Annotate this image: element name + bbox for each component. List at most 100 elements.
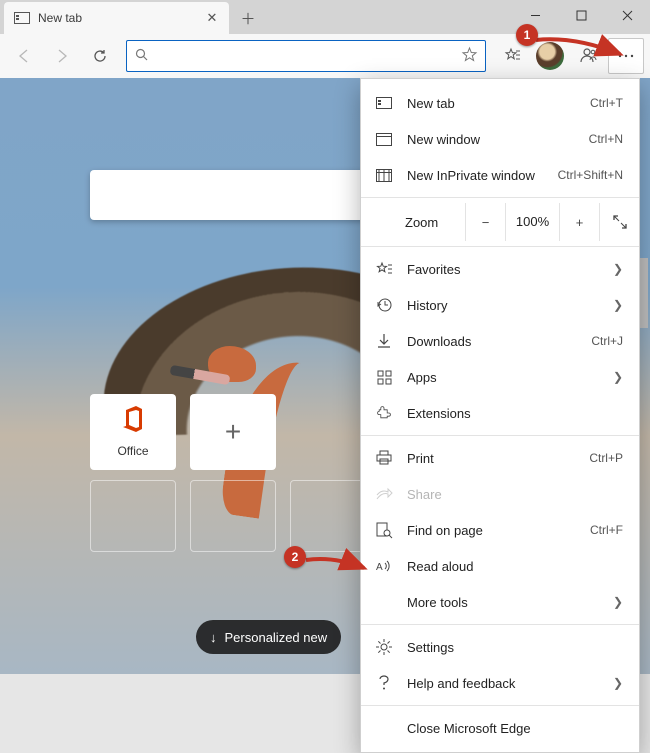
zoom-in-button[interactable]: +	[559, 203, 599, 241]
menu-label: More tools	[407, 595, 599, 610]
menu-print[interactable]: Print Ctrl+P	[361, 440, 639, 476]
tile-label: Office	[117, 444, 148, 458]
tab-title: New tab	[38, 11, 82, 25]
vertical-scrollbar[interactable]	[640, 78, 648, 674]
tile-empty[interactable]	[90, 480, 176, 552]
find-icon	[375, 521, 393, 539]
forward-button[interactable]	[44, 38, 80, 74]
menu-label: New InPrivate window	[407, 168, 544, 183]
chevron-right-icon: ❯	[613, 262, 623, 276]
menu-label: Apps	[407, 370, 599, 385]
menu-label: Settings	[407, 640, 623, 655]
search-icon	[135, 48, 148, 64]
annotation-arrow-2	[304, 552, 374, 576]
menu-label: Find on page	[407, 523, 576, 538]
menu-shortcut: Ctrl+J	[591, 334, 623, 348]
window-maximize-button[interactable]	[558, 0, 604, 30]
tab-close-button[interactable]: ✕	[203, 9, 221, 27]
menu-label: New window	[407, 132, 575, 147]
menu-favorites[interactable]: Favorites ❯	[361, 251, 639, 287]
apps-icon	[375, 368, 393, 386]
menu-label: Help and feedback	[407, 676, 599, 691]
menu-shortcut: Ctrl+F	[590, 523, 623, 537]
menu-read-aloud[interactable]: A Read aloud	[361, 548, 639, 584]
menu-separator	[361, 705, 639, 706]
back-button[interactable]	[6, 38, 42, 74]
download-icon	[375, 332, 393, 350]
menu-history[interactable]: History ❯	[361, 287, 639, 323]
history-icon	[375, 296, 393, 314]
menu-separator	[361, 624, 639, 625]
menu-extensions[interactable]: Extensions	[361, 395, 639, 431]
menu-shortcut: Ctrl+N	[589, 132, 623, 146]
menu-settings[interactable]: Settings	[361, 629, 639, 665]
menu-apps[interactable]: Apps ❯	[361, 359, 639, 395]
star-list-icon	[375, 260, 393, 278]
quick-tiles: Office +	[90, 394, 380, 552]
office-icon	[122, 406, 144, 438]
menu-more-tools[interactable]: More tools ❯	[361, 584, 639, 620]
menu-help[interactable]: Help and feedback ❯	[361, 665, 639, 701]
annotation-arrow-1	[534, 34, 629, 64]
annotation-badge-1: 1	[516, 24, 538, 46]
settings-and-more-menu: New tab Ctrl+T New window Ctrl+N New InP…	[360, 78, 640, 753]
down-arrow-icon: ↓	[210, 630, 217, 645]
window-titlebar: New tab ✕ ＋	[0, 0, 650, 34]
menu-separator	[361, 197, 639, 198]
news-pill-label: Personalized new	[225, 630, 328, 645]
menu-label: New tab	[407, 96, 576, 111]
svg-text:A: A	[376, 562, 383, 573]
tile-empty[interactable]	[190, 480, 276, 552]
blank-icon	[375, 719, 393, 737]
chevron-right-icon: ❯	[613, 370, 623, 384]
menu-label: Downloads	[407, 334, 577, 349]
new-tab-button[interactable]: ＋	[233, 3, 263, 33]
chevron-right-icon: ❯	[613, 298, 623, 312]
menu-label: Share	[407, 487, 623, 502]
personalized-news-pill[interactable]: ↓ Personalized new	[196, 620, 341, 654]
extensions-icon	[375, 404, 393, 422]
menu-share: Share	[361, 476, 639, 512]
browser-tab[interactable]: New tab ✕	[4, 2, 229, 34]
scrollbar-thumb[interactable]	[640, 258, 648, 328]
window-close-button[interactable]	[604, 0, 650, 30]
menu-separator	[361, 246, 639, 247]
menu-downloads[interactable]: Downloads Ctrl+J	[361, 323, 639, 359]
address-bar[interactable]	[126, 40, 486, 72]
zoom-label: Zoom	[361, 215, 465, 230]
menu-new-tab[interactable]: New tab Ctrl+T	[361, 85, 639, 121]
zoom-out-button[interactable]: −	[465, 203, 505, 241]
chevron-right-icon: ❯	[613, 595, 623, 609]
newtab-page-icon	[14, 10, 30, 26]
menu-find-on-page[interactable]: Find on page Ctrl+F	[361, 512, 639, 548]
fullscreen-button[interactable]	[599, 203, 639, 241]
window-minimize-button[interactable]	[512, 0, 558, 30]
menu-label: Print	[407, 451, 575, 466]
annotation-badge-2: 2	[284, 546, 306, 568]
menu-separator	[361, 435, 639, 436]
tile-office[interactable]: Office	[90, 394, 176, 470]
menu-new-window[interactable]: New window Ctrl+N	[361, 121, 639, 157]
menu-new-inprivate[interactable]: New InPrivate window Ctrl+Shift+N	[361, 157, 639, 193]
menu-label: Favorites	[407, 262, 599, 277]
menu-label: Extensions	[407, 406, 623, 421]
tile-add[interactable]: +	[190, 394, 276, 470]
menu-label: Close Microsoft Edge	[407, 721, 623, 736]
gear-icon	[375, 638, 393, 656]
menu-shortcut: Ctrl+P	[589, 451, 623, 465]
window-icon	[375, 130, 393, 148]
menu-close-edge[interactable]: Close Microsoft Edge	[361, 710, 639, 746]
help-icon	[375, 674, 393, 692]
newtab-icon	[375, 94, 393, 112]
print-icon	[375, 449, 393, 467]
menu-shortcut: Ctrl+Shift+N	[558, 168, 623, 182]
menu-label: History	[407, 298, 599, 313]
blank-icon	[375, 593, 393, 611]
add-favorite-icon[interactable]	[462, 47, 477, 65]
refresh-button[interactable]	[82, 38, 118, 74]
menu-label: Read aloud	[407, 559, 623, 574]
share-icon	[375, 485, 393, 503]
chevron-right-icon: ❯	[613, 676, 623, 690]
read-aloud-icon: A	[375, 557, 393, 575]
zoom-value: 100%	[505, 203, 559, 241]
